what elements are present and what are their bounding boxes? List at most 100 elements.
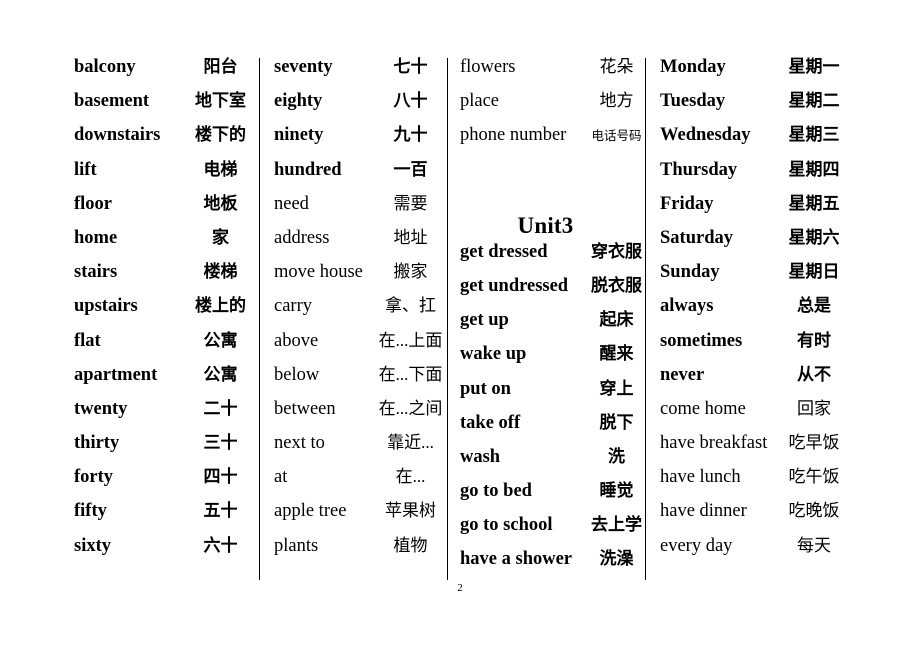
vocabulary-row: thirty 三十 (74, 434, 259, 468)
vocabulary-term: plants (274, 535, 319, 556)
vocabulary-term: address (274, 227, 330, 248)
vocabulary-term: Wednesday (660, 125, 751, 146)
vocabulary-gloss: 回家 (797, 398, 831, 418)
vocabulary-row: every day 每天 (660, 537, 852, 571)
vocabulary-row: wake up 醒来 (460, 345, 645, 379)
vocabulary-row: get dressed 穿衣服 (460, 243, 645, 277)
vocabulary-term: above (274, 330, 319, 351)
vocabulary-row: come home 回家 (660, 400, 852, 434)
vocabulary-term: at (274, 467, 288, 488)
vocabulary-term: balcony (74, 57, 136, 77)
vocabulary-term: apartment (74, 364, 158, 385)
vocabulary-gloss: 地址 (393, 227, 428, 247)
vocabulary-row: Saturday 星期六 (660, 229, 852, 263)
vocabulary-row: wash 洗 (460, 448, 645, 482)
vocabulary-term: carry (274, 296, 312, 317)
vocabulary-term: Tuesday (660, 91, 726, 112)
vocabulary-term: Friday (660, 193, 714, 214)
vocabulary-row: downstairs 楼下的 (74, 126, 259, 160)
vocabulary-term: Monday (660, 57, 726, 77)
unit-heading: Unit3 (460, 195, 645, 243)
vocabulary-row: basement 地下室 (74, 92, 259, 126)
vocabulary-term: ninety (274, 125, 324, 146)
vocabulary-gloss: 地下室 (195, 91, 246, 111)
vocabulary-gloss: 植物 (393, 535, 428, 555)
vocabulary-term: stairs (74, 262, 118, 283)
vocabulary-row: put on 穿上 (460, 378, 645, 414)
vocabulary-row: phone number 电话号码 (460, 126, 645, 160)
vocabulary-row: apartment 公寓 (74, 366, 259, 400)
vocabulary-gloss: 电话号码 (591, 129, 642, 144)
vocabulary-gloss: 阳台 (203, 57, 238, 76)
vocabulary-gloss: 在...之间 (378, 398, 443, 418)
vocabulary-gloss: 楼下的 (195, 125, 246, 145)
vocabulary-term: eighty (274, 91, 323, 112)
vocabulary-term: fifty (74, 501, 107, 522)
vocabulary-gloss: 地方 (599, 91, 634, 111)
vocabulary-gloss: 在... (395, 467, 426, 487)
vocabulary-gloss: 九十 (393, 125, 428, 145)
vocabulary-row: upstairs 楼上的 (74, 297, 259, 331)
vocabulary-gloss: 每天 (797, 535, 831, 555)
vocabulary-row: between 在...之间 (274, 400, 447, 434)
vocabulary-term: floor (74, 193, 113, 214)
vocabulary-gloss: 公寓 (203, 364, 238, 384)
vocabulary-gloss: 吃晚饭 (788, 501, 840, 521)
vocabulary-gloss: 脱下 (599, 412, 634, 432)
vocabulary-gloss: 星期二 (788, 91, 840, 111)
vocabulary-row: carry 拿、扛 (274, 297, 447, 331)
vocabulary-gloss: 有时 (797, 330, 831, 350)
vocabulary-gloss: 七十 (393, 57, 428, 76)
vocabulary-gloss: 八十 (393, 91, 428, 111)
vocabulary-row: take off 脱下 (460, 414, 645, 448)
vocabulary-term: seventy (274, 57, 333, 77)
vocabulary-term: put on (460, 378, 511, 399)
vocabulary-row: go to bed 睡觉 (460, 482, 645, 516)
vocabulary-term: need (274, 193, 309, 214)
vocabulary-term: always (660, 296, 714, 317)
vocabulary-row: at 在... (274, 468, 447, 502)
vocabulary-row: have dinner 吃晚饭 (660, 502, 852, 536)
vocabulary-term: Sunday (660, 262, 720, 283)
vocabulary-term: downstairs (74, 125, 161, 146)
vocabulary-row: have a shower 洗澡 (460, 550, 645, 584)
vocabulary-term: home (74, 227, 118, 248)
vocabulary-gloss: 穿衣服 (591, 241, 642, 261)
vocabulary-term: get dressed (460, 241, 548, 262)
vocabulary-page: balcony 阳台 basement 地下室 downstairs 楼下的 lift 电梯 f… (0, 0, 920, 651)
vocabulary-gloss: 星期一 (788, 57, 840, 76)
vocabulary-term: apple tree (274, 501, 347, 522)
vocabulary-gloss: 二十 (203, 398, 238, 418)
vocabulary-term: flat (74, 330, 101, 351)
vocabulary-term: go to school (460, 515, 553, 536)
vocabulary-term: take off (460, 412, 521, 433)
vocabulary-gloss: 需要 (393, 193, 428, 213)
vocabulary-row: ninety 九十 (274, 126, 447, 160)
vocabulary-gloss: 总是 (797, 296, 831, 316)
vocabulary-term: hundred (274, 159, 342, 180)
unit-heading-label: Unit3 (517, 212, 574, 238)
vocabulary-gloss: 在...下面 (378, 364, 443, 384)
vocabulary-gloss: 睡觉 (599, 481, 634, 501)
vocabulary-term: flowers (460, 57, 516, 77)
vocabulary-row: floor 地板 (74, 195, 259, 229)
vocabulary-column-3: flowers 花朵 place 地方 phone number 电话号码 Unit3 get… (447, 58, 645, 580)
vocabulary-row: twenty 二十 (74, 400, 259, 434)
vocabulary-row: Wednesday 星期三 (660, 126, 852, 160)
vocabulary-row: eighty 八十 (274, 92, 447, 126)
vocabulary-gloss: 公寓 (203, 330, 238, 350)
vocabulary-term: go to bed (460, 481, 532, 502)
vocabulary-gloss: 苹果树 (385, 501, 436, 521)
vocabulary-row: never 从不 (660, 366, 852, 400)
vocabulary-gloss: 电梯 (203, 159, 238, 179)
vocabulary-term: basement (74, 91, 150, 112)
vocabulary-row: sixty 六十 (74, 537, 259, 571)
vocabulary-row: lift 电梯 (74, 161, 259, 195)
vocabulary-row: above 在...上面 (274, 330, 447, 366)
vocabulary-gloss: 星期五 (788, 193, 840, 213)
vocabulary-term: place (460, 91, 500, 112)
vocabulary-term: Saturday (660, 227, 733, 248)
vocabulary-gloss: 一百 (393, 159, 428, 179)
vocabulary-row: Sunday 星期日 (660, 263, 852, 297)
vocabulary-gloss: 醒来 (599, 344, 634, 364)
